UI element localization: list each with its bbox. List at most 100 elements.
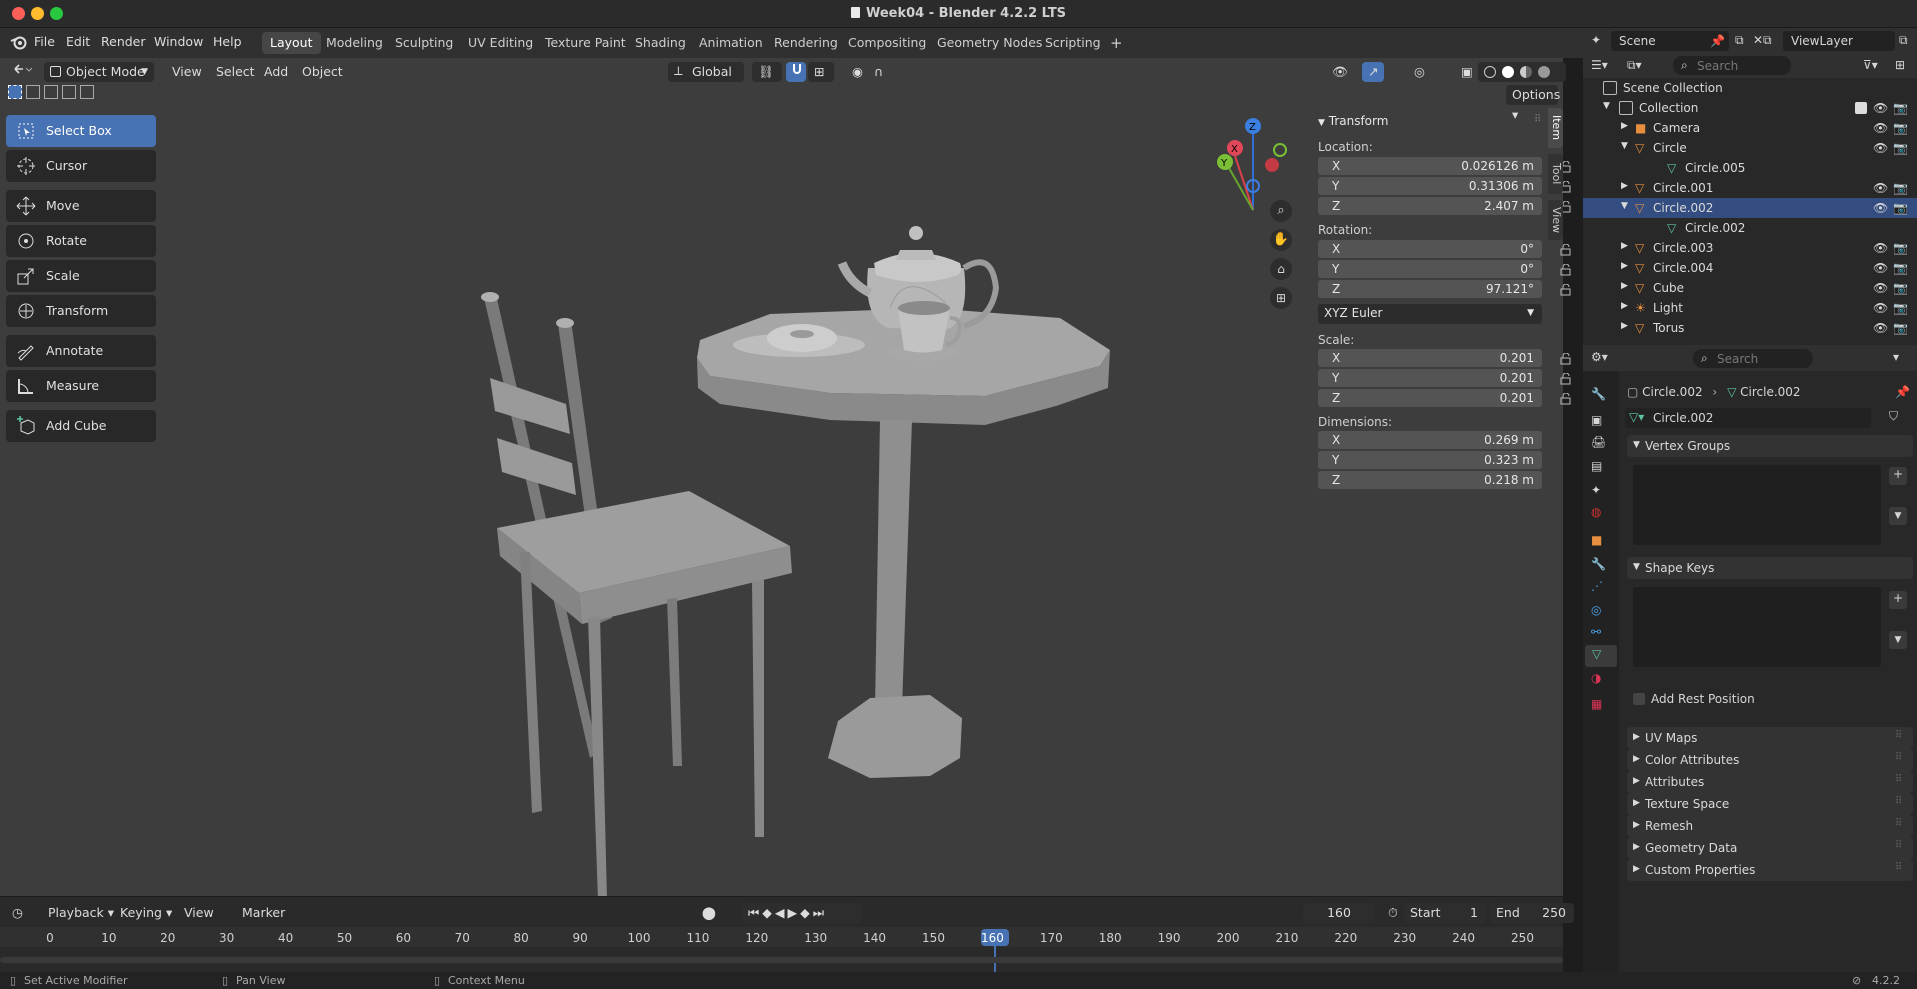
add-shape-key-button[interactable]: + <box>1889 591 1907 609</box>
filter-icon[interactable]: ⊽▾ <box>1863 58 1878 72</box>
add-rest-position-checkbox[interactable] <box>1633 693 1645 705</box>
hand-pan-icon[interactable]: ✋ <box>1270 229 1292 251</box>
camera-render-icon[interactable]: 📷 <box>1893 241 1908 255</box>
camera-render-icon[interactable]: 📷 <box>1893 261 1908 275</box>
outliner-row-cube[interactable]: ▶ ▽ Cube 👁 📷 <box>1583 278 1917 298</box>
dimensions-x-field[interactable]: X 0.269 m <box>1318 431 1542 449</box>
navigation-gizmo[interactable]: Z X Y <box>1217 118 1287 211</box>
physics-icon[interactable]: ◎ <box>1591 603 1609 621</box>
scale-y-field[interactable]: Y 0.201 <box>1318 369 1542 387</box>
camera-render-icon[interactable]: 📷 <box>1893 101 1908 115</box>
tab-shading[interactable]: Shading <box>627 32 694 54</box>
mesh-data-selector[interactable]: ▽▾ Circle.002 <box>1625 408 1871 428</box>
drag-handle-icon[interactable]: ⠿ <box>1895 752 1902 763</box>
delete-scene-icon[interactable]: ✕ <box>1753 33 1763 47</box>
jump-start-icon[interactable]: ⏮ <box>748 905 762 920</box>
outliner-row-light[interactable]: ▶ ☀ Light 👁 📷 <box>1583 298 1917 318</box>
jump-end-icon[interactable]: ⏭ <box>813 905 827 920</box>
tab-scripting[interactable]: Scripting <box>1037 32 1109 54</box>
eye-icon[interactable]: 👁 <box>1873 201 1888 215</box>
tool-settings-icon[interactable]: 🔧 <box>1591 387 1609 405</box>
tab-compositing[interactable]: Compositing <box>840 32 934 54</box>
drag-handle-icon[interactable]: ⠿ <box>1534 114 1541 125</box>
texture-icon[interactable]: ▦ <box>1591 697 1609 715</box>
menu-edit[interactable]: Edit <box>66 34 90 49</box>
menu-keying[interactable]: Keying ▾ <box>114 903 178 923</box>
panel-custom-properties[interactable]: ▶ Custom Properties ⠿ <box>1627 859 1913 881</box>
checkbox-icon[interactable] <box>1855 102 1867 114</box>
drag-handle-icon[interactable]: ⠿ <box>1895 818 1902 829</box>
scene-tab-icon[interactable]: ✦ <box>1591 483 1609 501</box>
outliner-row-circle-003[interactable]: ▶ ▽ Circle.003 👁 📷 <box>1583 238 1917 258</box>
start-frame-field[interactable]: Start 1 <box>1404 903 1486 923</box>
vertex-group-specials-button[interactable]: ▼ <box>1889 507 1907 525</box>
chevron-down-icon[interactable]: ▼ <box>1621 201 1628 211</box>
panel-texture-space[interactable]: ▶ Texture Space ⠿ <box>1627 793 1913 815</box>
lock-icon[interactable] <box>1560 244 1572 256</box>
constraints-icon[interactable]: ⚯ <box>1591 625 1609 643</box>
rotation-x-field[interactable]: X 0° <box>1318 240 1542 258</box>
properties-editor-type-icon[interactable]: ⚙▾ <box>1591 350 1608 364</box>
camera-render-icon[interactable]: 📷 <box>1893 201 1908 215</box>
drag-handle-icon[interactable]: ⠿ <box>1895 862 1902 873</box>
tab-uv-editing[interactable]: UV Editing <box>460 32 541 54</box>
chevron-right-icon[interactable]: ▶ <box>1621 301 1628 311</box>
tab-geometry-nodes[interactable]: Geometry Nodes <box>929 32 1050 54</box>
outliner-row-circle-002[interactable]: ▼ ▽ Circle.002 👁 📷 <box>1583 198 1917 218</box>
eye-icon[interactable]: 👁 <box>1873 301 1888 315</box>
chevron-down-icon[interactable]: ▼ <box>1621 141 1628 151</box>
camera-render-icon[interactable]: 📷 <box>1893 301 1908 315</box>
3d-viewport[interactable]: Object Mode ▼ View Select Add Object ⟂ G… <box>0 58 1571 896</box>
chevron-right-icon[interactable]: ▶ <box>1621 181 1628 191</box>
prev-keyframe-icon[interactable]: ◆ <box>762 905 775 920</box>
view-layer-selector[interactable]: ViewLayer <box>1783 31 1895 51</box>
object-tab-icon[interactable]: ■ <box>1591 533 1609 551</box>
dimensions-y-field[interactable]: Y 0.323 m <box>1318 451 1542 469</box>
transform-panel-header[interactable]: ▼ Transform <box>1318 114 1388 128</box>
vertex-groups-list[interactable] <box>1633 465 1881 545</box>
outliner-row-circle[interactable]: ▼ ▽ Circle 👁 📷 <box>1583 138 1917 158</box>
menu-timeline-view[interactable]: View <box>178 903 220 923</box>
location-z-field[interactable]: Z 2.407 m <box>1318 197 1542 215</box>
camera-view-icon[interactable]: ⌂ <box>1270 258 1292 280</box>
display-mode-icon[interactable]: ⧉▾ <box>1627 58 1642 73</box>
outliner-row-circle-002[interactable]: ▽ Circle.002 <box>1583 218 1917 238</box>
shape-key-specials-button[interactable]: ▼ <box>1889 631 1907 649</box>
drag-handle-icon[interactable]: ⠿ <box>1895 840 1902 851</box>
frame-ruler[interactable] <box>0 927 1563 947</box>
blender-logo-icon[interactable] <box>10 34 28 50</box>
lock-icon[interactable] <box>1560 353 1572 365</box>
grid-perspective-icon[interactable]: ⊞ <box>1270 287 1292 309</box>
camera-render-icon[interactable]: 📷 <box>1893 121 1908 135</box>
rotation-y-field[interactable]: Y 0° <box>1318 260 1542 278</box>
new-view-layer-icon[interactable]: ⧉ <box>1899 33 1908 48</box>
drag-handle-icon[interactable]: ⠿ <box>1895 796 1902 807</box>
view-layer-tab-icon[interactable]: ▤ <box>1591 459 1609 477</box>
camera-render-icon[interactable]: 📷 <box>1893 141 1908 155</box>
menu-render[interactable]: Render <box>101 34 146 49</box>
tab-modeling[interactable]: Modeling <box>318 32 391 54</box>
drag-handle-icon[interactable]: ⠿ <box>1895 774 1902 785</box>
eye-icon[interactable]: 👁 <box>1873 241 1888 255</box>
tab-rendering[interactable]: Rendering <box>766 32 846 54</box>
outliner-row-circle-004[interactable]: ▶ ▽ Circle.004 👁 📷 <box>1583 258 1917 278</box>
new-collection-icon[interactable]: ⊞ <box>1895 58 1905 72</box>
properties-search-input[interactable]: ⌕ Search <box>1693 349 1813 368</box>
chevron-down-icon[interactable]: ▾ <box>1893 350 1899 364</box>
location-x-field[interactable]: X 0.026126 m <box>1318 157 1542 175</box>
tab-item[interactable]: Item <box>1548 108 1563 148</box>
add-vertex-group-button[interactable]: + <box>1889 467 1907 485</box>
outliner-editor-type-icon[interactable]: ☰▾ <box>1591 58 1608 72</box>
chevron-right-icon[interactable]: ▶ <box>1621 121 1628 131</box>
scale-z-field[interactable]: Z 0.201 <box>1318 389 1542 407</box>
world-icon[interactable]: ◍ <box>1591 505 1609 523</box>
rotation-mode-dropdown[interactable]: XYZ Euler ▼ <box>1318 304 1542 324</box>
scale-x-field[interactable]: X 0.201 <box>1318 349 1542 367</box>
play-icon[interactable]: ▶ <box>788 905 801 920</box>
timeline-scrollbar[interactable] <box>0 957 1563 963</box>
chevron-right-icon[interactable]: ▶ <box>1621 281 1628 291</box>
end-frame-field[interactable]: End 250 <box>1490 903 1574 923</box>
stopwatch-icon[interactable]: ⏱ <box>1382 903 1404 923</box>
current-frame-field[interactable]: 160 <box>1303 903 1375 923</box>
tab-view[interactable]: View <box>1548 200 1563 240</box>
